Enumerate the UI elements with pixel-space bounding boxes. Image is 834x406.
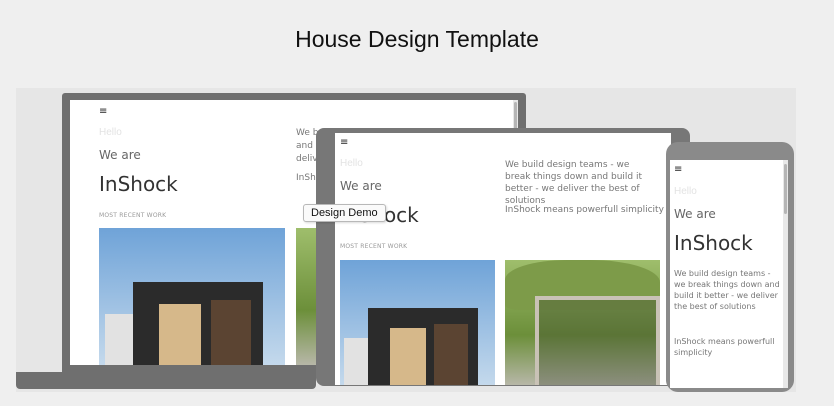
house-photo xyxy=(340,260,495,385)
brand-name: InShock xyxy=(674,231,753,255)
phone-screen[interactable]: ≡ Hello We are InShock We build design t… xyxy=(670,160,788,388)
recent-work-label: MOST RECENT WORK xyxy=(340,243,408,250)
hello-text: Hello xyxy=(674,186,697,197)
brand-name: InShock xyxy=(99,172,178,196)
tablet-screen[interactable]: ≡ Hello We are InShock MOST RECENT WORK … xyxy=(335,133,671,385)
description-line: deliv xyxy=(296,154,318,164)
we-are-text: We are xyxy=(674,207,716,221)
hello-text: Hello xyxy=(99,127,122,138)
hamburger-menu-icon[interactable]: ≡ xyxy=(340,138,348,148)
design-demo-tooltip: Design Demo xyxy=(303,204,386,222)
recent-work-label: MOST RECENT WORK xyxy=(99,212,167,219)
hello-text: Hello xyxy=(340,158,363,169)
hamburger-menu-icon[interactable]: ≡ xyxy=(674,165,682,175)
scrollbar[interactable] xyxy=(783,160,788,388)
tagline: InShock means powerfull simplicity xyxy=(674,337,775,357)
hamburger-menu-icon[interactable]: ≡ xyxy=(99,107,107,117)
house-photo xyxy=(505,260,660,385)
tagline: InSh xyxy=(296,173,316,183)
laptop-base xyxy=(16,372,316,389)
page-title: House Design Template xyxy=(295,26,539,52)
tagline: InShock means powerfull simplicity xyxy=(505,205,664,215)
description-text: We build design teams - we break things … xyxy=(505,160,642,206)
house-photo xyxy=(99,228,285,365)
description-text: We build design teams - we break things … xyxy=(674,269,780,311)
we-are-text: We are xyxy=(99,148,141,162)
we-are-text: We are xyxy=(340,179,382,193)
